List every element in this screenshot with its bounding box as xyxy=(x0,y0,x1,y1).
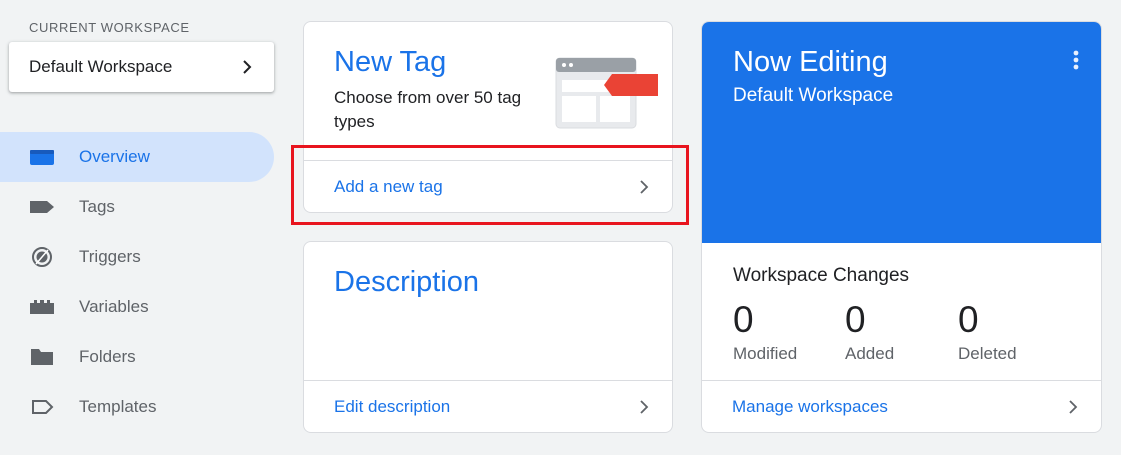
stat-label: Modified xyxy=(733,344,798,363)
more-vert-icon[interactable] xyxy=(1073,50,1079,70)
manage-workspaces-link[interactable]: Manage workspaces xyxy=(702,380,1101,432)
now-editing-title: Now Editing xyxy=(733,46,888,78)
description-card: Description Edit description xyxy=(303,241,673,433)
new-tag-title[interactable]: New Tag xyxy=(334,46,446,79)
new-tag-subtitle: Choose from over 50 tag types xyxy=(334,88,522,131)
sidebar-item-label: Variables xyxy=(79,297,149,316)
sidebar-item-folders[interactable]: Folders xyxy=(0,332,274,382)
edit-description-link[interactable]: Edit description xyxy=(304,380,672,432)
edit-description-label: Edit description xyxy=(334,396,451,416)
sidebar-item-tags[interactable]: Tags xyxy=(0,182,274,232)
stat-added: 0 Added xyxy=(845,298,955,364)
stat-value: 0 xyxy=(733,299,754,340)
stat-modified: 0 Modified xyxy=(733,298,843,364)
trigger-icon xyxy=(29,247,55,267)
workspace-name: Default Workspace xyxy=(29,57,173,76)
tag-icon xyxy=(29,197,55,217)
current-workspace-label: CURRENT WORKSPACE xyxy=(29,20,190,35)
sidebar-item-label: Triggers xyxy=(79,247,141,266)
template-icon xyxy=(29,397,55,417)
stat-value: 0 xyxy=(845,299,866,340)
chevron-right-icon xyxy=(640,399,649,414)
description-title: Description xyxy=(334,266,480,298)
sidebar-item-label: Overview xyxy=(79,147,150,166)
sidebar-nav: Overview Tags Triggers Variables Folders xyxy=(0,132,274,432)
sidebar-item-templates[interactable]: Templates xyxy=(0,382,274,432)
sidebar-item-label: Folders xyxy=(79,347,136,366)
highlight-box xyxy=(291,145,689,225)
sidebar-item-triggers[interactable]: Triggers xyxy=(0,232,274,282)
stat-label: Added xyxy=(845,344,895,363)
now-editing-card: Now Editing Default Workspace Workspace … xyxy=(701,21,1102,433)
sidebar-item-overview[interactable]: Overview xyxy=(0,132,274,182)
workspace-changes-title: Workspace Changes xyxy=(733,265,910,286)
tag-illustration-icon xyxy=(555,57,658,129)
workspace-selector[interactable]: Default Workspace xyxy=(9,42,274,92)
now-editing-workspace: Default Workspace xyxy=(733,85,894,106)
stat-label: Deleted xyxy=(958,344,1017,363)
sidebar-item-label: Templates xyxy=(79,397,157,416)
overview-page: CURRENT WORKSPACE Default Workspace Over… xyxy=(0,0,1121,455)
now-editing-header: Now Editing Default Workspace xyxy=(702,22,1101,243)
chevron-right-icon xyxy=(1069,399,1078,414)
variables-icon xyxy=(29,297,55,317)
stat-deleted: 0 Deleted xyxy=(958,298,1068,364)
overview-icon xyxy=(29,147,55,167)
stat-value: 0 xyxy=(958,299,979,340)
chevron-right-icon xyxy=(243,60,252,74)
manage-workspaces-label: Manage workspaces xyxy=(732,396,888,416)
folder-icon xyxy=(29,347,55,367)
sidebar-item-label: Tags xyxy=(79,197,115,216)
sidebar-item-variables[interactable]: Variables xyxy=(0,282,274,332)
